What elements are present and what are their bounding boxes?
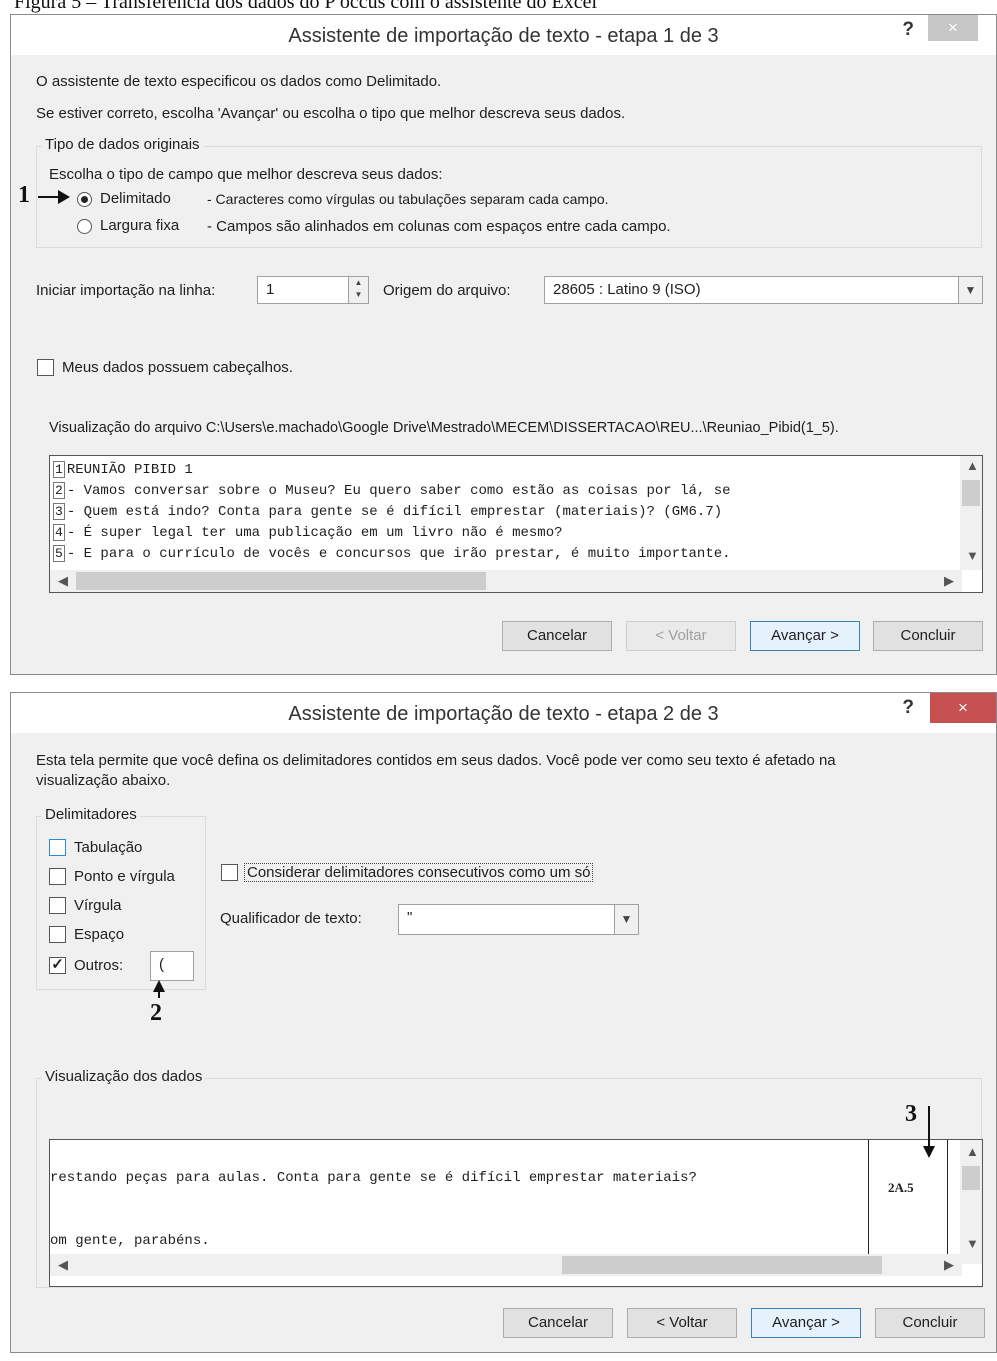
intro-line-1: Esta tela permite que você defina os del… (36, 752, 836, 769)
annotation-marker-1: 1 (18, 182, 30, 208)
radio-fixed-width-label[interactable]: Largura fixa (100, 217, 179, 234)
data-preview-group-label: Visualização dos dados (42, 1068, 206, 1085)
back-button[interactable]: < Voltar (626, 621, 736, 651)
delimiters-group-label: Delimitadores (42, 806, 140, 823)
figure-caption: Figura 5 – Transferência dos dados do P … (14, 0, 598, 13)
file-origin-value: 28605 : Latino 9 (ISO) (553, 281, 701, 298)
help-button[interactable]: ? (902, 697, 914, 719)
scroll-right-icon[interactable]: ▶ (944, 1257, 954, 1273)
finish-button[interactable]: Concluir (875, 1308, 985, 1338)
arrow-head-icon (923, 1146, 935, 1158)
next-button[interactable]: Avançar > (750, 621, 860, 651)
scroll-left-icon[interactable]: ◀ (58, 1257, 68, 1273)
data-type-prompt: Escolha o tipo de campo que melhor descr… (49, 166, 443, 183)
annotation-arrow-1 (38, 196, 60, 198)
import-wizard-step1-dialog: Assistente de importação de texto - etap… (10, 14, 997, 675)
preview-line: 2- Vamos conversar sobre o Museu? Eu que… (53, 482, 731, 499)
scroll-thumb[interactable] (562, 1256, 882, 1274)
next-button[interactable]: Avançar > (751, 1308, 861, 1338)
file-preview-label: Visualização do arquivo C:\Users\e.macha… (49, 420, 839, 436)
scroll-right-icon[interactable]: ▶ (944, 573, 954, 589)
column-divider (947, 1140, 948, 1254)
column-divider (868, 1140, 869, 1254)
checkbox-space[interactable] (49, 926, 66, 943)
file-origin-select[interactable]: 28605 : Latino 9 (ISO) ▼ (544, 276, 983, 304)
checkbox-tab[interactable] (49, 839, 66, 856)
headers-checkbox-label[interactable]: Meus dados possuem cabeçalhos. (62, 359, 293, 376)
headers-checkbox[interactable] (37, 359, 54, 376)
consecutive-delimiters-checkbox[interactable] (221, 864, 238, 881)
checkbox-comma-label[interactable]: Vírgula (74, 897, 122, 914)
scroll-down-icon[interactable]: ▼ (966, 1236, 979, 1251)
intro-line-2: Se estiver correto, escolha 'Avançar' ou… (36, 105, 626, 122)
checkbox-tab-label[interactable]: Tabulação (74, 839, 142, 856)
cancel-button[interactable]: Cancelar (503, 1308, 613, 1338)
checkbox-other[interactable]: ✓ (49, 957, 66, 974)
back-button[interactable]: < Voltar (627, 1308, 737, 1338)
vertical-scrollbar[interactable]: ▲ ▼ (960, 1140, 982, 1264)
checkbox-space-label[interactable]: Espaço (74, 926, 124, 943)
scroll-down-icon[interactable]: ▼ (966, 548, 979, 563)
chevron-down-icon[interactable]: ▼ (614, 905, 638, 934)
start-row-value: 1 (266, 281, 275, 298)
other-delimiter-input[interactable]: ( (150, 951, 194, 981)
title-bar: Assistente de importação de texto - etap… (11, 15, 996, 55)
preview-line: 4- É super legal ter uma publicação em u… (53, 524, 563, 541)
annotation-arrow-2 (158, 990, 160, 998)
preview-line: 3- Quem está indo? Conta para gente se é… (53, 503, 723, 520)
preview-line: restando peças para aulas. Conta para ge… (50, 1170, 697, 1186)
radio-delimited-description: - Caracteres como vírgulas ou tabulações… (207, 191, 609, 207)
help-button[interactable]: ? (902, 19, 914, 41)
preview-line: 1 REUNIÃO PIBID 1 (53, 461, 193, 478)
preview-line: 5- E para o currículo de vocês e concurs… (53, 545, 731, 562)
close-button[interactable]: × (930, 693, 996, 723)
radio-selected-dot (81, 196, 88, 203)
horizontal-scrollbar[interactable]: ◀ ▶ (50, 1254, 962, 1276)
spinner-arrows-icon[interactable]: ▲ ▼ (348, 277, 368, 303)
scroll-up-icon[interactable]: ▲ (966, 1144, 979, 1159)
scroll-thumb[interactable] (962, 1166, 980, 1190)
text-qualifier-value: " (407, 909, 413, 926)
vertical-scrollbar[interactable]: ▲ ▼ (960, 456, 982, 570)
title-bar: Assistente de importação de texto - etap… (11, 693, 996, 733)
file-preview-box[interactable]: 1 REUNIÃO PIBID 1 2- Vamos conversar sobr… (49, 455, 983, 593)
checkbox-semicolon[interactable] (49, 868, 66, 885)
start-row-label: Iniciar importação na linha: (36, 282, 216, 299)
scroll-thumb[interactable] (76, 572, 486, 590)
intro-line-1: O assistente de texto especificou os dad… (36, 73, 442, 90)
scroll-left-icon[interactable]: ◀ (58, 573, 68, 589)
close-button[interactable]: × (928, 15, 978, 41)
consecutive-delimiters-label[interactable]: Considerar delimitadores consecutivos co… (244, 863, 594, 882)
text-qualifier-select[interactable]: " ▼ (398, 904, 639, 935)
preview-line: om gente, parabéns. (50, 1233, 210, 1249)
annotation-arrow-3 (928, 1106, 930, 1146)
text-qualifier-label: Qualificador de texto: (220, 910, 362, 927)
dialog-title: Assistente de importação de texto - etap… (288, 25, 719, 47)
annotation-marker-2: 2 (150, 1000, 162, 1026)
checkbox-semicolon-label[interactable]: Ponto e vírgula (74, 868, 175, 885)
radio-fixed-width[interactable] (77, 219, 92, 234)
radio-delimited[interactable] (77, 192, 92, 207)
start-row-spinner[interactable]: 1 ▲ ▼ (257, 276, 369, 304)
chevron-down-icon[interactable]: ▼ (958, 277, 982, 303)
arrow-head-icon (58, 190, 70, 204)
scroll-up-icon[interactable]: ▲ (966, 458, 979, 473)
data-preview-box[interactable]: restando peças para aulas. Conta para ge… (49, 1139, 983, 1287)
horizontal-scrollbar[interactable]: ◀ ▶ (50, 570, 962, 592)
data-type-group-label: Tipo de dados originais (42, 136, 203, 153)
checkbox-comma[interactable] (49, 897, 66, 914)
radio-delimited-label[interactable]: Delimitado (100, 190, 171, 207)
cancel-button[interactable]: Cancelar (502, 621, 612, 651)
annotation-marker-3: 3 (905, 1101, 917, 1127)
intro-line-2: visualização abaixo. (36, 772, 171, 789)
column-2-value: 2A.5 (888, 1180, 914, 1195)
finish-button[interactable]: Concluir (873, 621, 983, 651)
scroll-thumb[interactable] (962, 480, 980, 506)
dialog-title: Assistente de importação de texto - etap… (288, 703, 719, 725)
checkbox-other-label[interactable]: Outros: (74, 957, 123, 974)
radio-fixed-width-description: - Campos são alinhados em colunas com es… (207, 218, 671, 235)
file-origin-label: Origem do arquivo: (383, 282, 511, 299)
